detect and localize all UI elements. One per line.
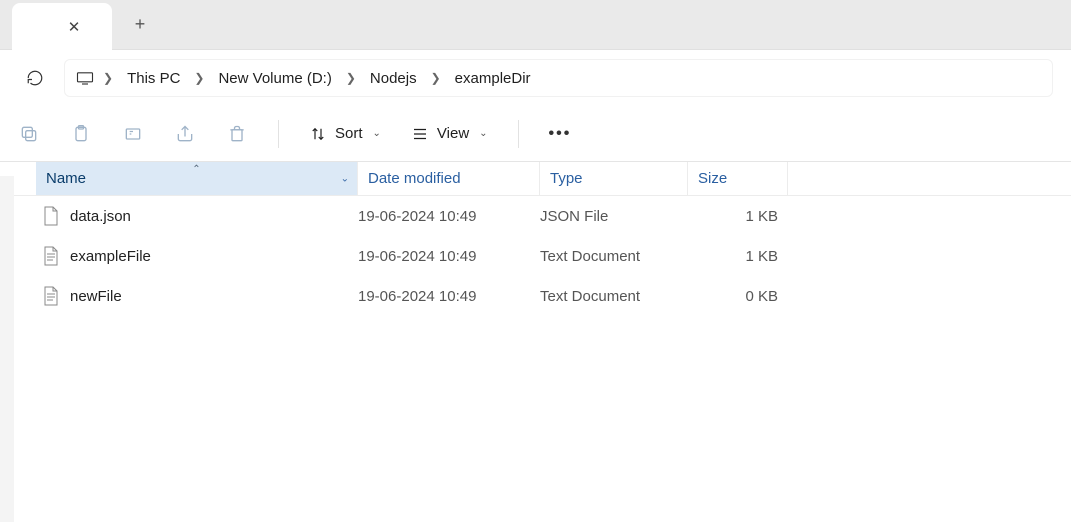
file-name: data.json xyxy=(70,208,131,225)
toolbar-group-actions xyxy=(18,123,248,145)
view-button[interactable]: View ⌄ xyxy=(411,125,488,143)
chevron-down-icon: ⌄ xyxy=(479,128,487,139)
text-file-icon xyxy=(42,246,60,266)
text-file-icon xyxy=(42,286,60,306)
cell-type: Text Document xyxy=(540,248,688,265)
file-name: newFile xyxy=(70,288,122,305)
breadcrumb-item[interactable]: exampleDir xyxy=(449,66,537,91)
file-icon xyxy=(42,206,60,226)
cell-name: data.json xyxy=(42,206,358,226)
copy-icon[interactable] xyxy=(18,123,40,145)
table-row[interactable]: data.json 19-06-2024 10:49 JSON File 1 K… xyxy=(0,196,1071,236)
breadcrumb[interactable]: ❯ This PC ❯ New Volume (D:) ❯ Nodejs ❯ e… xyxy=(64,59,1053,97)
toolbar-divider xyxy=(278,120,279,148)
rename-icon[interactable] xyxy=(122,123,144,145)
column-label: Date modified xyxy=(368,170,461,187)
chevron-down-icon: ⌄ xyxy=(373,128,381,139)
column-headers: Name ⌃ ⌄ Date modified Type Size xyxy=(0,162,1071,196)
more-button[interactable]: ••• xyxy=(549,125,572,143)
chevron-right-icon: ❯ xyxy=(346,71,356,85)
breadcrumb-item[interactable]: Nodejs xyxy=(364,66,423,91)
view-icon xyxy=(411,125,429,143)
chevron-right-icon: ❯ xyxy=(103,71,113,85)
tab-strip: ✕ + xyxy=(0,0,1071,50)
sort-button[interactable]: Sort ⌄ xyxy=(309,125,381,143)
refresh-icon xyxy=(26,69,44,87)
more-icon: ••• xyxy=(549,125,572,143)
sort-asc-icon: ⌃ xyxy=(192,164,200,175)
column-label: Name xyxy=(46,170,86,187)
breadcrumb-item[interactable]: This PC xyxy=(121,66,186,91)
chevron-right-icon: ❯ xyxy=(194,71,204,85)
column-header-size[interactable]: Size xyxy=(688,162,788,195)
toolbar: Sort ⌄ View ⌄ ••• xyxy=(0,106,1071,162)
cell-size: 0 KB xyxy=(688,288,788,305)
view-label: View xyxy=(437,125,469,142)
cell-size: 1 KB xyxy=(688,248,788,265)
chevron-down-icon[interactable]: ⌄ xyxy=(341,173,349,184)
column-header-date[interactable]: Date modified xyxy=(358,162,540,195)
paste-icon[interactable] xyxy=(70,123,92,145)
column-header-type[interactable]: Type xyxy=(540,162,688,195)
column-label: Size xyxy=(698,170,727,187)
column-header-name[interactable]: Name ⌃ ⌄ xyxy=(36,162,358,195)
file-name: exampleFile xyxy=(70,248,151,265)
this-pc-icon xyxy=(75,71,95,85)
file-list: data.json 19-06-2024 10:49 JSON File 1 K… xyxy=(0,196,1071,316)
cell-size: 1 KB xyxy=(688,208,788,225)
cell-type: Text Document xyxy=(540,288,688,305)
share-icon[interactable] xyxy=(174,123,196,145)
cell-date: 19-06-2024 10:49 xyxy=(358,208,540,225)
scrollbar-track[interactable] xyxy=(0,176,14,522)
column-label: Type xyxy=(550,170,583,187)
sort-icon xyxy=(309,125,327,143)
chevron-right-icon: ❯ xyxy=(431,71,441,85)
new-tab-button[interactable]: + xyxy=(120,5,160,45)
cell-date: 19-06-2024 10:49 xyxy=(358,288,540,305)
cell-name: newFile xyxy=(42,286,358,306)
close-tab-button[interactable]: ✕ xyxy=(62,15,86,39)
refresh-button[interactable] xyxy=(18,61,52,95)
delete-icon[interactable] xyxy=(226,123,248,145)
table-row[interactable]: exampleFile 19-06-2024 10:49 Text Docume… xyxy=(0,236,1071,276)
table-row[interactable]: newFile 19-06-2024 10:49 Text Document 0… xyxy=(0,276,1071,316)
toolbar-divider xyxy=(518,120,519,148)
active-tab[interactable]: ✕ xyxy=(12,3,112,51)
cell-date: 19-06-2024 10:49 xyxy=(358,248,540,265)
address-bar-row: ❯ This PC ❯ New Volume (D:) ❯ Nodejs ❯ e… xyxy=(0,50,1071,106)
breadcrumb-item[interactable]: New Volume (D:) xyxy=(212,66,337,91)
cell-type: JSON File xyxy=(540,208,688,225)
sort-label: Sort xyxy=(335,125,363,142)
cell-name: exampleFile xyxy=(42,246,358,266)
